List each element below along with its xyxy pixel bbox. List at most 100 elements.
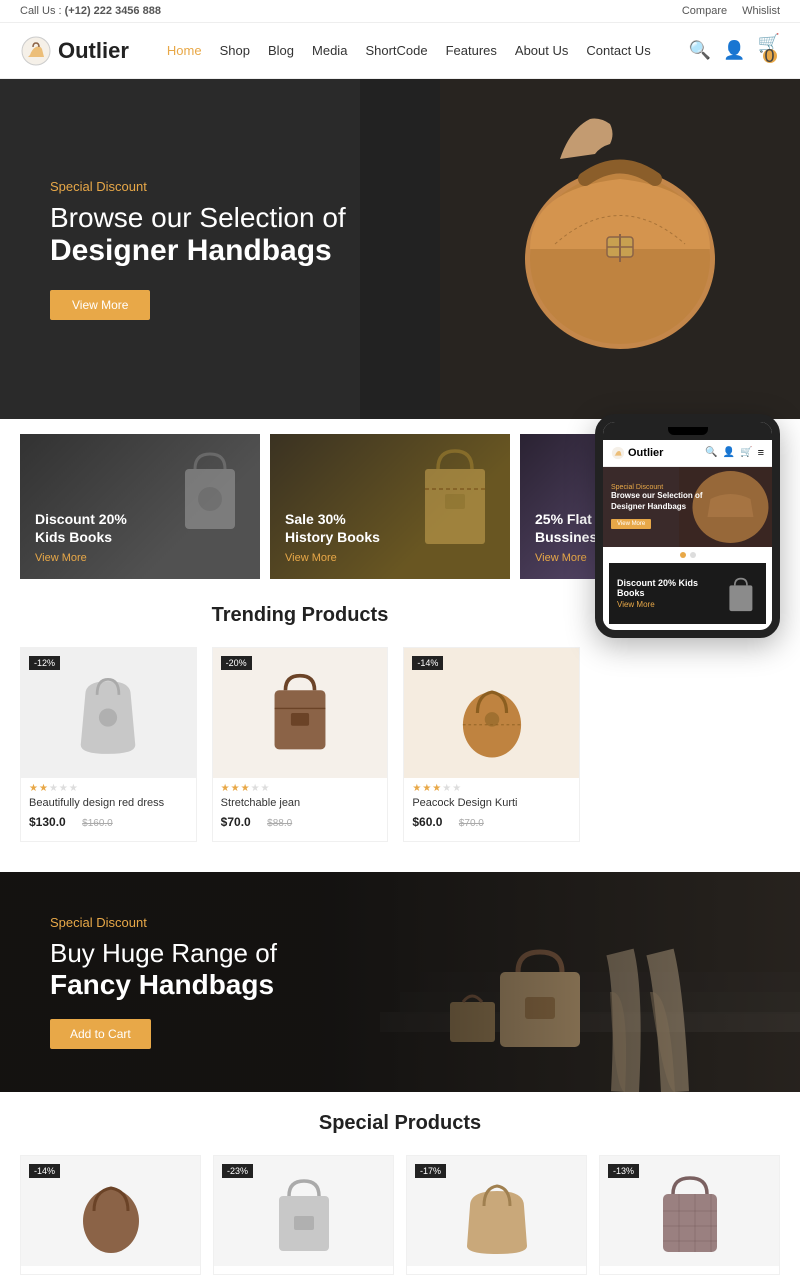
products-grid: -12% ★ ★ ★ ★ ★ [20,647,580,842]
phone-cart-icon: 🛒 [740,447,752,459]
product-stars-1: ★ ★ ★ ★ ★ [21,778,196,797]
product-card-1: -12% ★ ★ ★ ★ ★ [20,647,197,842]
topbar-phone: Call Us : (+12) 222 3456 888 [20,5,161,17]
special-bag-svg-3 [462,1166,532,1256]
promo-card-1-title: Discount 20%Kids Books [35,510,245,546]
nav-about[interactable]: About Us [515,43,568,58]
special-product-card-2: -23% [213,1155,394,1275]
account-icon[interactable]: 👤 [723,40,745,61]
special-products-section: Special Products -14% -23% [0,1092,800,1285]
promo-mobile-section: Discount 20%Kids Books View More Sale 30… [0,419,800,862]
trending-mobile-row: Trending Products -12% ★ ★ [0,594,800,862]
nav-blog[interactable]: Blog [268,43,294,58]
second-hero-content: Special Discount Buy Huge Range of Fancy… [0,915,327,1049]
phone-promo-card: Discount 20% Kids Books View More [609,563,766,624]
compare-link[interactable]: Compare [682,5,727,17]
product-pricing-2: $70.0 $88.0 [213,813,388,831]
header: Outlier Home Shop Blog Media ShortCode F… [0,23,800,79]
hero-view-more-button[interactable]: View More [50,290,150,320]
special-bag-svg-4 [655,1166,725,1256]
cart-icon[interactable]: 🛒 0 [758,33,780,68]
phone-mockup: Outlier 🔍 👤 🛒 ≡ [595,414,785,638]
phone-icon-group: 🔍 👤 🛒 ≡ [705,447,764,459]
phone-hero-title: Browse our Selection ofDesigner Handbags [611,491,703,512]
hero-content: Special Discount Browse our Selection of… [0,179,396,320]
special-products-title: Special Products [20,1112,780,1135]
special-product-badge-3: -17% [415,1164,446,1178]
phone-notch [668,427,708,435]
nav-contact[interactable]: Contact Us [586,43,650,58]
second-hero-line1: Buy Huge Range of [50,938,277,969]
second-hero-add-to-cart-button[interactable]: Add to Cart [50,1019,151,1049]
phone-promo-link[interactable]: View More [617,600,724,609]
phone-promo-bag [724,571,758,616]
main-nav: Home Shop Blog Media ShortCode Features … [167,43,651,58]
special-product-card-3: -17% [406,1155,587,1275]
dot-2 [690,552,696,558]
phone-promo-text: Discount 20% Kids Books View More [617,578,724,609]
product-name-1: Beautifully design red dress [21,797,196,809]
nav-media[interactable]: Media [312,43,347,58]
nav-shop[interactable]: Shop [220,43,250,58]
phone-hero: Special Discount Browse our Selection of… [603,467,772,547]
logo-icon [20,35,52,67]
promo-card-2-title: Sale 30%History Books [285,510,495,546]
phone-logo-icon [611,446,625,460]
search-icon[interactable]: 🔍 [689,40,711,61]
hero-bag-area [360,79,800,419]
phone-promo-title: Discount 20% Kids Books [617,578,724,598]
phone-frame: Outlier 🔍 👤 🛒 ≡ [595,414,780,638]
phone-dots [603,547,772,563]
bag-svg-3 [452,663,532,763]
product-stars-3: ★ ★ ★ ★ ★ [404,778,579,797]
hero-banner: Special Discount Browse our Selection of… [0,79,800,419]
header-icons: 🔍 👤 🛒 0 [689,33,780,68]
special-product-badge-4: -13% [608,1164,639,1178]
hero-title-line1: Browse our Selection of [50,202,346,234]
phone-hero-button[interactable]: View More [611,519,651,529]
hero-title-line2: Designer Handbags [50,234,346,268]
trending-title: Trending Products [20,604,580,627]
nav-home[interactable]: Home [167,43,202,58]
product-badge-1: -12% [29,656,60,670]
promo-card-1-link[interactable]: View More [35,552,245,564]
phone-content: Outlier 🔍 👤 🛒 ≡ [603,440,772,624]
second-hero-banner: Special Discount Buy Huge Range of Fancy… [0,872,800,1092]
special-product-card-1: -14% [20,1155,201,1275]
cart-badge: 0 [763,49,777,63]
phone-logo-area: Outlier [611,446,663,460]
nav-features[interactable]: Features [446,43,497,58]
dot-1 [680,552,686,558]
promo-card-1: Discount 20%Kids Books View More [20,434,260,579]
product-pricing-1: $130.0 $160.0 [21,813,196,831]
special-bag-svg-2 [269,1166,339,1256]
topbar: Call Us : (+12) 222 3456 888 Compare Whi… [0,0,800,23]
phone-hero-discount: Special Discount [611,484,703,491]
promo-card-2-link[interactable]: View More [285,552,495,564]
phone-hero-text: Special Discount Browse our Selection of… [603,479,711,535]
bag-svg-2 [260,663,340,763]
phone-menu-icon: ≡ [758,447,764,459]
hero-discount-label: Special Discount [50,179,346,194]
second-hero-discount-label: Special Discount [50,915,277,930]
logo[interactable]: Outlier [20,35,129,67]
phone-search-icon: 🔍 [705,447,717,459]
phone-promo-inner: Discount 20% Kids Books View More [617,571,758,616]
special-products-grid: -14% -23% -17% [20,1155,780,1275]
special-product-badge-1: -14% [29,1164,60,1178]
special-product-badge-2: -23% [222,1164,253,1178]
product-stars-2: ★ ★ ★ ★ ★ [213,778,388,797]
second-hero-line2: Fancy Handbags [50,969,277,1001]
wishlist-link[interactable]: Whislist [742,5,780,17]
phone-top-bar [603,422,772,440]
product-card-3: -14% ★ ★ ★ ★ ★ [403,647,580,842]
product-card-2: -20% ★ ★ ★ ★ ★ [212,647,389,842]
phone-header: Outlier 🔍 👤 🛒 ≡ [603,440,772,467]
promo-card-2: Sale 30%History Books View More [270,434,510,579]
special-bag-svg-1 [76,1166,146,1256]
bag-svg-1 [68,663,148,763]
product-name-3: Peacock Design Kurti [404,797,579,809]
trending-products-area: Trending Products -12% ★ ★ [20,604,780,842]
product-name-2: Stretchable jean [213,797,388,809]
nav-shortcode[interactable]: ShortCode [365,43,427,58]
